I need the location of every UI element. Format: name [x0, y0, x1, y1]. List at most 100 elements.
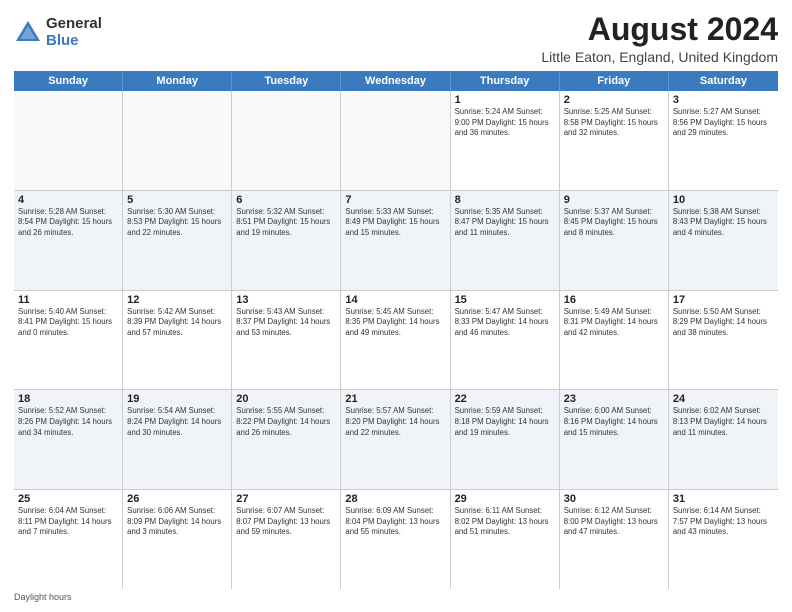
calendar-cell: 4Sunrise: 5:28 AM Sunset: 8:54 PM Daylig…: [14, 191, 123, 290]
cell-info: Sunrise: 5:49 AM Sunset: 8:31 PM Dayligh…: [564, 307, 664, 339]
calendar-cell: 9Sunrise: 5:37 AM Sunset: 8:45 PM Daylig…: [560, 191, 669, 290]
calendar-cell: 29Sunrise: 6:11 AM Sunset: 8:02 PM Dayli…: [451, 490, 560, 589]
logo: General Blue: [14, 16, 102, 49]
calendar-cell: 12Sunrise: 5:42 AM Sunset: 8:39 PM Dayli…: [123, 291, 232, 390]
day-number: 31: [673, 493, 774, 505]
day-number: 5: [127, 194, 227, 206]
calendar-cell: 21Sunrise: 5:57 AM Sunset: 8:20 PM Dayli…: [341, 390, 450, 489]
calendar-cell: [123, 91, 232, 190]
calendar-cell: 28Sunrise: 6:09 AM Sunset: 8:04 PM Dayli…: [341, 490, 450, 589]
calendar-header-cell: Thursday: [451, 71, 560, 91]
day-number: 2: [564, 94, 664, 106]
day-number: 18: [18, 393, 118, 405]
calendar-cell: 8Sunrise: 5:35 AM Sunset: 8:47 PM Daylig…: [451, 191, 560, 290]
cell-info: Sunrise: 5:30 AM Sunset: 8:53 PM Dayligh…: [127, 207, 227, 239]
cell-info: Sunrise: 5:25 AM Sunset: 8:58 PM Dayligh…: [564, 107, 664, 139]
calendar-header-cell: Friday: [560, 71, 669, 91]
calendar-cell: 22Sunrise: 5:59 AM Sunset: 8:18 PM Dayli…: [451, 390, 560, 489]
day-number: 8: [455, 194, 555, 206]
day-number: 26: [127, 493, 227, 505]
day-number: 7: [345, 194, 445, 206]
cell-info: Sunrise: 5:33 AM Sunset: 8:49 PM Dayligh…: [345, 207, 445, 239]
day-number: 6: [236, 194, 336, 206]
day-number: 27: [236, 493, 336, 505]
day-number: 24: [673, 393, 774, 405]
cell-info: Sunrise: 6:14 AM Sunset: 7:57 PM Dayligh…: [673, 506, 774, 538]
footer-note: Daylight hours: [14, 592, 778, 602]
day-number: 21: [345, 393, 445, 405]
calendar-cell: 13Sunrise: 5:43 AM Sunset: 8:37 PM Dayli…: [232, 291, 341, 390]
calendar-header-cell: Monday: [123, 71, 232, 91]
calendar-header-cell: Tuesday: [232, 71, 341, 91]
calendar-cell: 25Sunrise: 6:04 AM Sunset: 8:11 PM Dayli…: [14, 490, 123, 589]
cell-info: Sunrise: 6:07 AM Sunset: 8:07 PM Dayligh…: [236, 506, 336, 538]
calendar-header-cell: Wednesday: [341, 71, 450, 91]
calendar-cell: 16Sunrise: 5:49 AM Sunset: 8:31 PM Dayli…: [560, 291, 669, 390]
cell-info: Sunrise: 5:45 AM Sunset: 8:35 PM Dayligh…: [345, 307, 445, 339]
day-number: 20: [236, 393, 336, 405]
cell-info: Sunrise: 6:09 AM Sunset: 8:04 PM Dayligh…: [345, 506, 445, 538]
cell-info: Sunrise: 6:02 AM Sunset: 8:13 PM Dayligh…: [673, 406, 774, 438]
calendar-header: SundayMondayTuesdayWednesdayThursdayFrid…: [14, 71, 778, 91]
calendar-cell: 19Sunrise: 5:54 AM Sunset: 8:24 PM Dayli…: [123, 390, 232, 489]
calendar-header-cell: Saturday: [669, 71, 778, 91]
calendar: SundayMondayTuesdayWednesdayThursdayFrid…: [14, 71, 778, 589]
main-title: August 2024: [541, 12, 778, 47]
cell-info: Sunrise: 5:40 AM Sunset: 8:41 PM Dayligh…: [18, 307, 118, 339]
logo-icon: [14, 19, 42, 47]
cell-info: Sunrise: 5:28 AM Sunset: 8:54 PM Dayligh…: [18, 207, 118, 239]
day-number: 14: [345, 294, 445, 306]
cell-info: Sunrise: 5:59 AM Sunset: 8:18 PM Dayligh…: [455, 406, 555, 438]
day-number: 3: [673, 94, 774, 106]
cell-info: Sunrise: 6:04 AM Sunset: 8:11 PM Dayligh…: [18, 506, 118, 538]
calendar-cell: 6Sunrise: 5:32 AM Sunset: 8:51 PM Daylig…: [232, 191, 341, 290]
day-number: 17: [673, 294, 774, 306]
day-number: 30: [564, 493, 664, 505]
cell-info: Sunrise: 5:57 AM Sunset: 8:20 PM Dayligh…: [345, 406, 445, 438]
day-number: 16: [564, 294, 664, 306]
calendar-cell: 26Sunrise: 6:06 AM Sunset: 8:09 PM Dayli…: [123, 490, 232, 589]
cell-info: Sunrise: 5:54 AM Sunset: 8:24 PM Dayligh…: [127, 406, 227, 438]
cell-info: Sunrise: 6:06 AM Sunset: 8:09 PM Dayligh…: [127, 506, 227, 538]
day-number: 9: [564, 194, 664, 206]
calendar-week-row: 11Sunrise: 5:40 AM Sunset: 8:41 PM Dayli…: [14, 291, 778, 391]
calendar-cell: 10Sunrise: 5:38 AM Sunset: 8:43 PM Dayli…: [669, 191, 778, 290]
cell-info: Sunrise: 5:27 AM Sunset: 8:56 PM Dayligh…: [673, 107, 774, 139]
day-number: 22: [455, 393, 555, 405]
cell-info: Sunrise: 5:55 AM Sunset: 8:22 PM Dayligh…: [236, 406, 336, 438]
header: General Blue August 2024 Little Eaton, E…: [14, 12, 778, 65]
calendar-header-cell: Sunday: [14, 71, 123, 91]
calendar-week-row: 1Sunrise: 5:24 AM Sunset: 9:00 PM Daylig…: [14, 91, 778, 191]
title-block: August 2024 Little Eaton, England, Unite…: [541, 12, 778, 65]
calendar-cell: 15Sunrise: 5:47 AM Sunset: 8:33 PM Dayli…: [451, 291, 560, 390]
day-number: 1: [455, 94, 555, 106]
calendar-body: 1Sunrise: 5:24 AM Sunset: 9:00 PM Daylig…: [14, 91, 778, 589]
calendar-cell: 17Sunrise: 5:50 AM Sunset: 8:29 PM Dayli…: [669, 291, 778, 390]
day-number: 23: [564, 393, 664, 405]
calendar-cell: 31Sunrise: 6:14 AM Sunset: 7:57 PM Dayli…: [669, 490, 778, 589]
page: General Blue August 2024 Little Eaton, E…: [0, 0, 792, 612]
calendar-cell: 11Sunrise: 5:40 AM Sunset: 8:41 PM Dayli…: [14, 291, 123, 390]
cell-info: Sunrise: 5:47 AM Sunset: 8:33 PM Dayligh…: [455, 307, 555, 339]
day-number: 12: [127, 294, 227, 306]
cell-info: Sunrise: 5:38 AM Sunset: 8:43 PM Dayligh…: [673, 207, 774, 239]
cell-info: Sunrise: 6:12 AM Sunset: 8:00 PM Dayligh…: [564, 506, 664, 538]
day-number: 29: [455, 493, 555, 505]
calendar-cell: 24Sunrise: 6:02 AM Sunset: 8:13 PM Dayli…: [669, 390, 778, 489]
calendar-week-row: 25Sunrise: 6:04 AM Sunset: 8:11 PM Dayli…: [14, 490, 778, 589]
calendar-cell: 23Sunrise: 6:00 AM Sunset: 8:16 PM Dayli…: [560, 390, 669, 489]
day-number: 28: [345, 493, 445, 505]
calendar-cell: 1Sunrise: 5:24 AM Sunset: 9:00 PM Daylig…: [451, 91, 560, 190]
calendar-cell: 2Sunrise: 5:25 AM Sunset: 8:58 PM Daylig…: [560, 91, 669, 190]
cell-info: Sunrise: 5:35 AM Sunset: 8:47 PM Dayligh…: [455, 207, 555, 239]
day-number: 4: [18, 194, 118, 206]
cell-info: Sunrise: 5:43 AM Sunset: 8:37 PM Dayligh…: [236, 307, 336, 339]
day-number: 11: [18, 294, 118, 306]
cell-info: Sunrise: 5:50 AM Sunset: 8:29 PM Dayligh…: [673, 307, 774, 339]
calendar-cell: 20Sunrise: 5:55 AM Sunset: 8:22 PM Dayli…: [232, 390, 341, 489]
calendar-cell: 3Sunrise: 5:27 AM Sunset: 8:56 PM Daylig…: [669, 91, 778, 190]
cell-info: Sunrise: 5:52 AM Sunset: 8:26 PM Dayligh…: [18, 406, 118, 438]
calendar-cell: 5Sunrise: 5:30 AM Sunset: 8:53 PM Daylig…: [123, 191, 232, 290]
day-number: 13: [236, 294, 336, 306]
calendar-cell: 14Sunrise: 5:45 AM Sunset: 8:35 PM Dayli…: [341, 291, 450, 390]
